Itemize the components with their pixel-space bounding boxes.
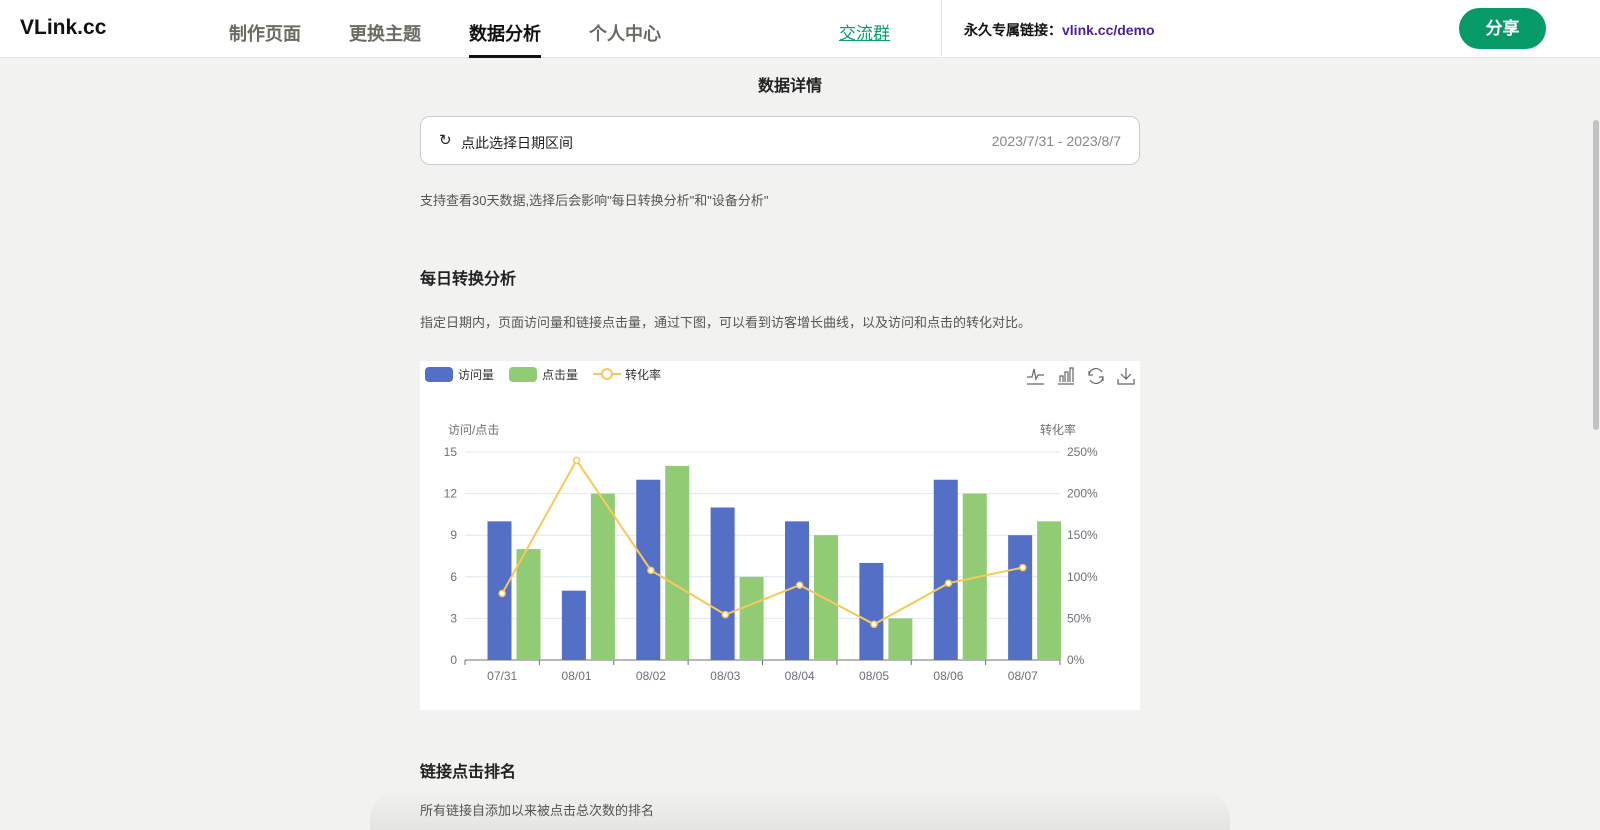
- rate-point: [498, 589, 506, 598]
- permanent-link-url[interactable]: vlink.cc/demo: [1062, 22, 1155, 38]
- logo[interactable]: VLink.cc: [20, 16, 106, 40]
- legend-visits-swatch: [425, 367, 453, 382]
- top-bar: VLink.cc 制作页面 更换主题 数据分析 个人中心 交流群 永久专属链接：…: [0, 0, 1600, 58]
- rate-point: [572, 456, 581, 465]
- rate-point: [870, 620, 878, 629]
- bar-visits: [710, 507, 735, 660]
- scrollbar-thumb[interactable]: [1593, 120, 1599, 430]
- download-icon[interactable]: [1117, 368, 1135, 385]
- x-tick-label: 08/06: [933, 669, 963, 683]
- nav-change-theme[interactable]: 更换主题: [349, 20, 421, 46]
- rate-point: [795, 581, 804, 589]
- bar-clicks: [665, 465, 690, 660]
- y2-axis-title: 转化率: [1040, 422, 1076, 437]
- permanent-link-label: 永久专属链接：: [964, 22, 1062, 38]
- nav-data-analysis[interactable]: 数据分析: [469, 20, 541, 58]
- y2-tick-label: 100%: [1067, 570, 1098, 584]
- nav-personal-center[interactable]: 个人中心: [589, 20, 661, 46]
- x-tick-label: 08/07: [1008, 669, 1038, 683]
- legend-clicks-swatch: [509, 367, 537, 382]
- daily-desc: 指定日期内，页面访问量和链接点击量，通过下图，可以看到访客增长曲线，以及访问和点…: [420, 315, 1032, 330]
- date-note: 支持查看30天数据,选择后会影响"每日转换分析"和"设备分析": [420, 193, 769, 208]
- ranking-title: 链接点击排名: [420, 764, 517, 781]
- line-chart-icon[interactable]: [1027, 368, 1044, 385]
- bar-clicks: [516, 549, 541, 660]
- page-title: 数据详情: [757, 78, 822, 95]
- x-tick-label: 08/04: [785, 669, 815, 683]
- x-tick-label: 08/03: [710, 669, 740, 683]
- y-tick-label: 15: [444, 445, 458, 459]
- y2-tick-label: 50%: [1067, 611, 1091, 625]
- y-tick-label: 0: [450, 653, 457, 667]
- y-tick-label: 9: [450, 528, 457, 542]
- bar-visits: [859, 562, 884, 660]
- legend-rate-marker: [601, 368, 613, 380]
- x-tick-label: 08/05: [859, 669, 889, 683]
- bar-clicks: [739, 576, 764, 660]
- bar-clicks: [590, 493, 615, 660]
- nav-make-page[interactable]: 制作页面: [229, 20, 301, 46]
- bar-visits: [933, 479, 958, 660]
- y-tick-label: 12: [444, 487, 458, 501]
- rate-point: [944, 579, 953, 587]
- bar-visits: [785, 521, 809, 660]
- community-link[interactable]: 交流群: [839, 19, 890, 44]
- bar-visits: [487, 521, 512, 660]
- y-axis-title: 访问/点击: [448, 423, 499, 437]
- share-button[interactable]: 分享: [1459, 8, 1546, 49]
- y-tick-label: 6: [450, 570, 457, 584]
- bar-clicks: [814, 535, 838, 660]
- y2-tick-label: 250%: [1067, 445, 1098, 459]
- scrollbar[interactable]: [1590, 58, 1600, 827]
- bar-visits: [561, 590, 586, 660]
- bar-clicks: [1037, 521, 1062, 660]
- bar-clicks: [888, 618, 913, 660]
- x-tick-label: 07/31: [487, 669, 517, 683]
- x-tick-label: 08/01: [562, 669, 592, 683]
- y2-tick-label: 150%: [1067, 528, 1098, 542]
- date-range-picker[interactable]: ↻ 点此选择日期区间 2023/7/31 - 2023/8/7: [420, 116, 1140, 165]
- y-tick-label: 3: [450, 611, 457, 625]
- legend-rate: 转化率: [625, 367, 661, 382]
- bar-visits: [1008, 535, 1033, 660]
- restore-icon[interactable]: [1088, 367, 1104, 385]
- rate-point: [647, 566, 655, 575]
- ranking-desc: 所有链接自添加以来被点击总次数的排名: [420, 803, 655, 818]
- date-range-value: 2023/7/31 - 2023/8/7: [991, 133, 1121, 149]
- date-picker-label: 点此选择日期区间: [461, 135, 573, 151]
- rate-point: [1019, 563, 1027, 572]
- daily-chart: 0 0% 3 50% 6 100% 9 150% 12 200% 15 250% 访问/点击 转化率 07/…: [420, 361, 1140, 710]
- legend-clicks: 点击量: [542, 368, 578, 382]
- y2-tick-label: 0%: [1067, 653, 1085, 667]
- chart-svg: 0 0% 3 50% 6 100% 9 150% 12 200% 15 250% 访问/点击 转化率 07/…: [425, 367, 1135, 683]
- rate-point: [721, 610, 730, 619]
- bar-chart-icon[interactable]: [1058, 367, 1074, 385]
- y2-tick-label: 200%: [1067, 487, 1098, 501]
- divider: [941, 0, 942, 58]
- daily-title: 每日转换分析: [420, 271, 517, 288]
- x-tick-label: 08/02: [636, 669, 666, 683]
- legend-visits: 访问量: [458, 368, 494, 382]
- permanent-link: 永久专属链接：vlink.cc/demo: [964, 20, 1155, 40]
- refresh-icon: ↻: [439, 132, 452, 149]
